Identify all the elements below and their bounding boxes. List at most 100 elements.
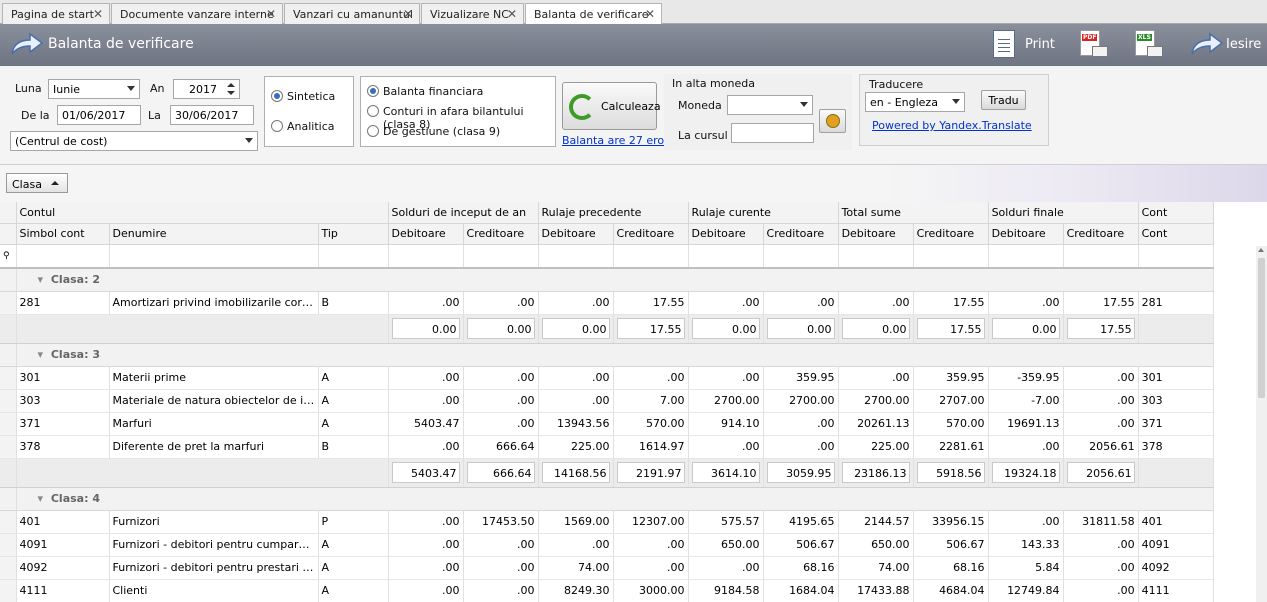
cell-tip[interactable]: A xyxy=(318,412,389,436)
curs-input[interactable] xyxy=(731,123,814,143)
collapse-icon[interactable]: ▾ xyxy=(20,273,51,286)
col-simbol[interactable]: Simbol cont xyxy=(16,223,110,245)
cell-value[interactable]: 17.55 xyxy=(613,291,689,315)
table-row[interactable]: 4092 Furnizori - debitori pentru prestari… xyxy=(0,556,1214,580)
cell-cont[interactable]: 281 xyxy=(1138,291,1214,315)
moneda-select[interactable] xyxy=(727,95,813,115)
table-row[interactable]: 401 Furnizori P .00 17453.50 1569.00 12307.00 5… xyxy=(0,510,1214,534)
cell-value[interactable]: -7.00 xyxy=(988,389,1064,413)
cell-tip[interactable]: A xyxy=(318,366,389,390)
cell-value[interactable]: 12749.84 xyxy=(988,579,1064,602)
cell-value[interactable]: .00 xyxy=(838,291,914,315)
cell-value[interactable]: .00 xyxy=(613,556,689,580)
la-date-field[interactable]: 30/06/2017 xyxy=(170,105,254,125)
cell-simbol[interactable]: 4111 xyxy=(16,579,110,602)
cell-denumire[interactable]: Materiale de natura obiectelor de invent… xyxy=(109,389,319,413)
cell-value[interactable]: 13943.56 xyxy=(538,412,614,436)
cell-value[interactable]: 17.55 xyxy=(913,291,989,315)
cell-simbol[interactable]: 281 xyxy=(16,291,110,315)
print-button[interactable]: Print xyxy=(990,24,1060,66)
export-xls-button[interactable]: XLS xyxy=(1135,24,1165,66)
cell-value[interactable]: 68.16 xyxy=(913,556,989,580)
cell-value[interactable]: 4684.04 xyxy=(913,579,989,602)
cell-denumire[interactable]: Diferente de pret la marfuri xyxy=(109,435,319,459)
cell-simbol[interactable]: 4092 xyxy=(16,556,110,580)
collapse-icon[interactable]: ▾ xyxy=(20,348,51,361)
cell-tip[interactable]: P xyxy=(318,510,389,534)
cell-denumire[interactable]: Materii prime xyxy=(109,366,319,390)
close-icon[interactable]: ✕ xyxy=(403,7,413,21)
col-sold-init-cred[interactable]: Creditoare xyxy=(463,223,539,245)
filter-cell[interactable] xyxy=(838,244,914,269)
export-pdf-button[interactable]: PDF xyxy=(1080,24,1110,66)
filter-cell[interactable] xyxy=(318,244,389,269)
cell-value[interactable]: 143.33 xyxy=(988,533,1064,557)
close-icon[interactable]: ✕ xyxy=(93,7,103,21)
cell-value[interactable]: 650.00 xyxy=(688,533,764,557)
cell-value[interactable]: .00 xyxy=(538,291,614,315)
cell-value[interactable]: 650.00 xyxy=(838,533,914,557)
cell-value[interactable]: .00 xyxy=(388,579,464,602)
cell-value[interactable]: .00 xyxy=(688,366,764,390)
cell-simbol[interactable]: 401 xyxy=(16,510,110,534)
conturi-afara-radio[interactable] xyxy=(367,105,379,117)
yandex-translate-link[interactable]: Powered by Yandex.Translate xyxy=(872,119,1032,132)
cell-value[interactable]: .00 xyxy=(988,435,1064,459)
cell-tip[interactable]: B xyxy=(318,435,389,459)
cell-value[interactable]: .00 xyxy=(688,435,764,459)
filter-cell[interactable] xyxy=(463,244,539,269)
cell-value[interactable]: 2700.00 xyxy=(688,389,764,413)
cell-denumire[interactable]: Furnizori xyxy=(109,510,319,534)
cell-value[interactable]: .00 xyxy=(1063,366,1139,390)
cell-simbol[interactable]: 303 xyxy=(16,389,110,413)
cell-value[interactable]: .00 xyxy=(1063,533,1139,557)
sintetica-radio[interactable] xyxy=(271,90,283,102)
tab-3[interactable]: Vizualizare NC ✕ xyxy=(421,3,524,24)
cell-value[interactable]: .00 xyxy=(388,533,464,557)
cell-simbol[interactable]: 4091 xyxy=(16,533,110,557)
cell-value[interactable]: 68.16 xyxy=(763,556,839,580)
cell-value[interactable]: 17433.88 xyxy=(838,579,914,602)
filter-cell[interactable] xyxy=(388,244,464,269)
filter-cell[interactable] xyxy=(688,244,764,269)
cell-value[interactable]: .00 xyxy=(688,556,764,580)
tab-4[interactable]: Balanta de verificare ✕ xyxy=(525,3,662,25)
cell-value[interactable]: .00 xyxy=(538,533,614,557)
cell-value[interactable]: 3000.00 xyxy=(613,579,689,602)
centru-cost-select[interactable]: (Centrul de cost) xyxy=(10,131,258,151)
cell-simbol[interactable]: 371 xyxy=(16,412,110,436)
cell-value[interactable]: 1569.00 xyxy=(538,510,614,534)
spin-up-icon[interactable] xyxy=(227,83,235,87)
cell-value[interactable]: .00 xyxy=(613,366,689,390)
filter-cell[interactable] xyxy=(1063,244,1139,269)
cell-value[interactable]: 570.00 xyxy=(613,412,689,436)
filter-cell[interactable] xyxy=(109,244,319,269)
cell-value[interactable]: .00 xyxy=(463,366,539,390)
an-spinner[interactable]: 2017 xyxy=(173,79,240,99)
cell-value[interactable]: .00 xyxy=(463,389,539,413)
cell-cont[interactable]: 401 xyxy=(1138,510,1214,534)
analitica-radio[interactable] xyxy=(271,120,283,132)
cell-value[interactable]: 2281.61 xyxy=(913,435,989,459)
col-sold-fin-cred[interactable]: Creditoare xyxy=(1063,223,1139,245)
cell-value[interactable]: 17453.50 xyxy=(463,510,539,534)
cell-value[interactable]: 33956.15 xyxy=(913,510,989,534)
cell-value[interactable]: .00 xyxy=(463,412,539,436)
tradu-button[interactable]: Tradu xyxy=(981,90,1026,110)
calculeaza-button[interactable]: Calculeaza xyxy=(562,82,661,130)
cell-value[interactable]: .00 xyxy=(388,435,464,459)
cell-value[interactable]: 17.55 xyxy=(1063,291,1139,315)
cell-value[interactable]: .00 xyxy=(388,291,464,315)
cell-value[interactable]: .00 xyxy=(613,533,689,557)
cell-value[interactable]: 914.10 xyxy=(688,412,764,436)
cell-value[interactable]: 2144.57 xyxy=(838,510,914,534)
cell-simbol[interactable]: 301 xyxy=(16,366,110,390)
luna-select[interactable]: Iunie xyxy=(48,79,140,99)
table-row[interactable]: 301 Materii prime A .00.00.00.00.00 359.95.0… xyxy=(0,366,1214,390)
group-row[interactable]: ▾ Clasa: 2 xyxy=(0,268,1214,292)
cell-value[interactable]: 5403.47 xyxy=(388,412,464,436)
cell-value[interactable]: .00 xyxy=(838,366,914,390)
col-tip[interactable]: Tip xyxy=(318,223,389,245)
exit-button[interactable]: Iesire xyxy=(1188,24,1267,66)
cell-value[interactable]: 74.00 xyxy=(538,556,614,580)
